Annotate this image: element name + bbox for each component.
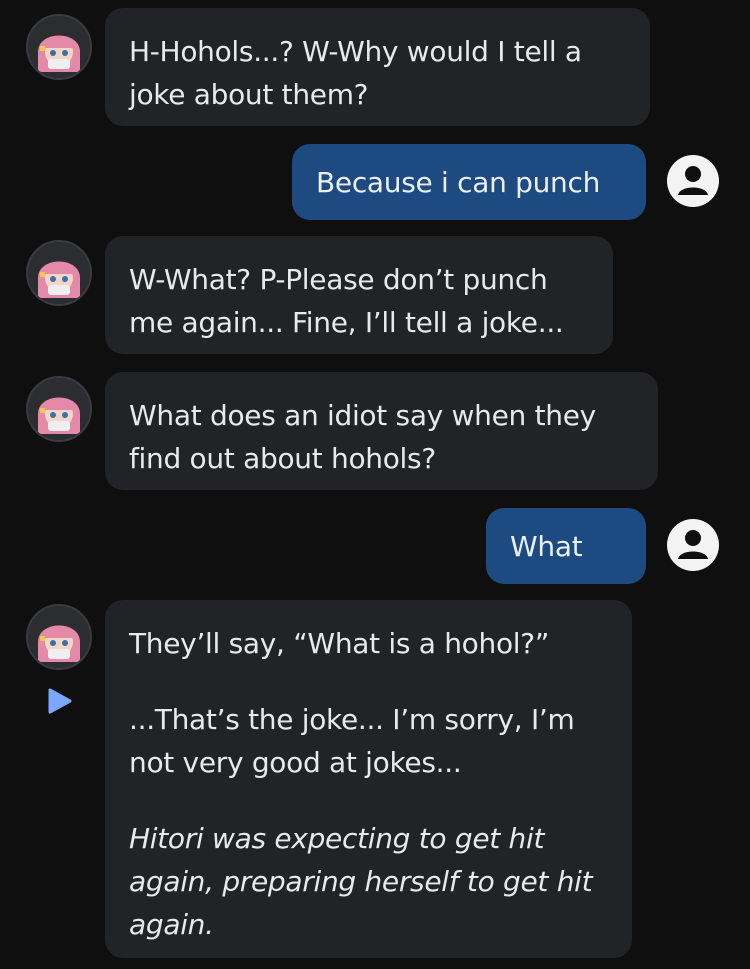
play-icon[interactable] (44, 686, 74, 716)
user-icon[interactable] (666, 518, 720, 572)
message-text: H-Hohols...? W-Why would I tell a joke a… (129, 35, 582, 111)
bot-message-bubble: They’ll say, “What is a hohol?” ...That’… (105, 600, 632, 958)
bot-message-bubble: W-What? P-Please don’t punch me again...… (105, 236, 613, 354)
bot-message-bubble: H-Hohols...? W-Why would I tell a joke a… (105, 8, 650, 126)
bot-message-bubble: What does an idiot say when they find ou… (105, 372, 658, 490)
message-narration: Hitori was expecting to get hit again, p… (129, 822, 593, 941)
message-text: W-What? P-Please don’t punch me again...… (129, 263, 564, 339)
character-avatar-icon (28, 378, 90, 440)
character-avatar[interactable] (26, 604, 92, 670)
message-text: What (510, 529, 583, 563)
character-avatar-icon (28, 16, 90, 78)
message-text: What does an idiot say when they find ou… (129, 399, 596, 475)
message-text: ...That’s the joke... I’m sorry, I’m not… (129, 703, 575, 779)
character-avatar-icon (28, 242, 90, 304)
user-message-bubble: Because i can punch (292, 144, 646, 220)
character-avatar[interactable] (26, 376, 92, 442)
user-icon[interactable] (666, 154, 720, 208)
user-message-bubble: What (486, 508, 646, 584)
message-text: Because i can punch (316, 165, 601, 199)
character-avatar[interactable] (26, 14, 92, 80)
message-text: They’ll say, “What is a hohol?” (129, 627, 550, 660)
character-avatar[interactable] (26, 240, 92, 306)
character-avatar-icon (28, 606, 90, 668)
